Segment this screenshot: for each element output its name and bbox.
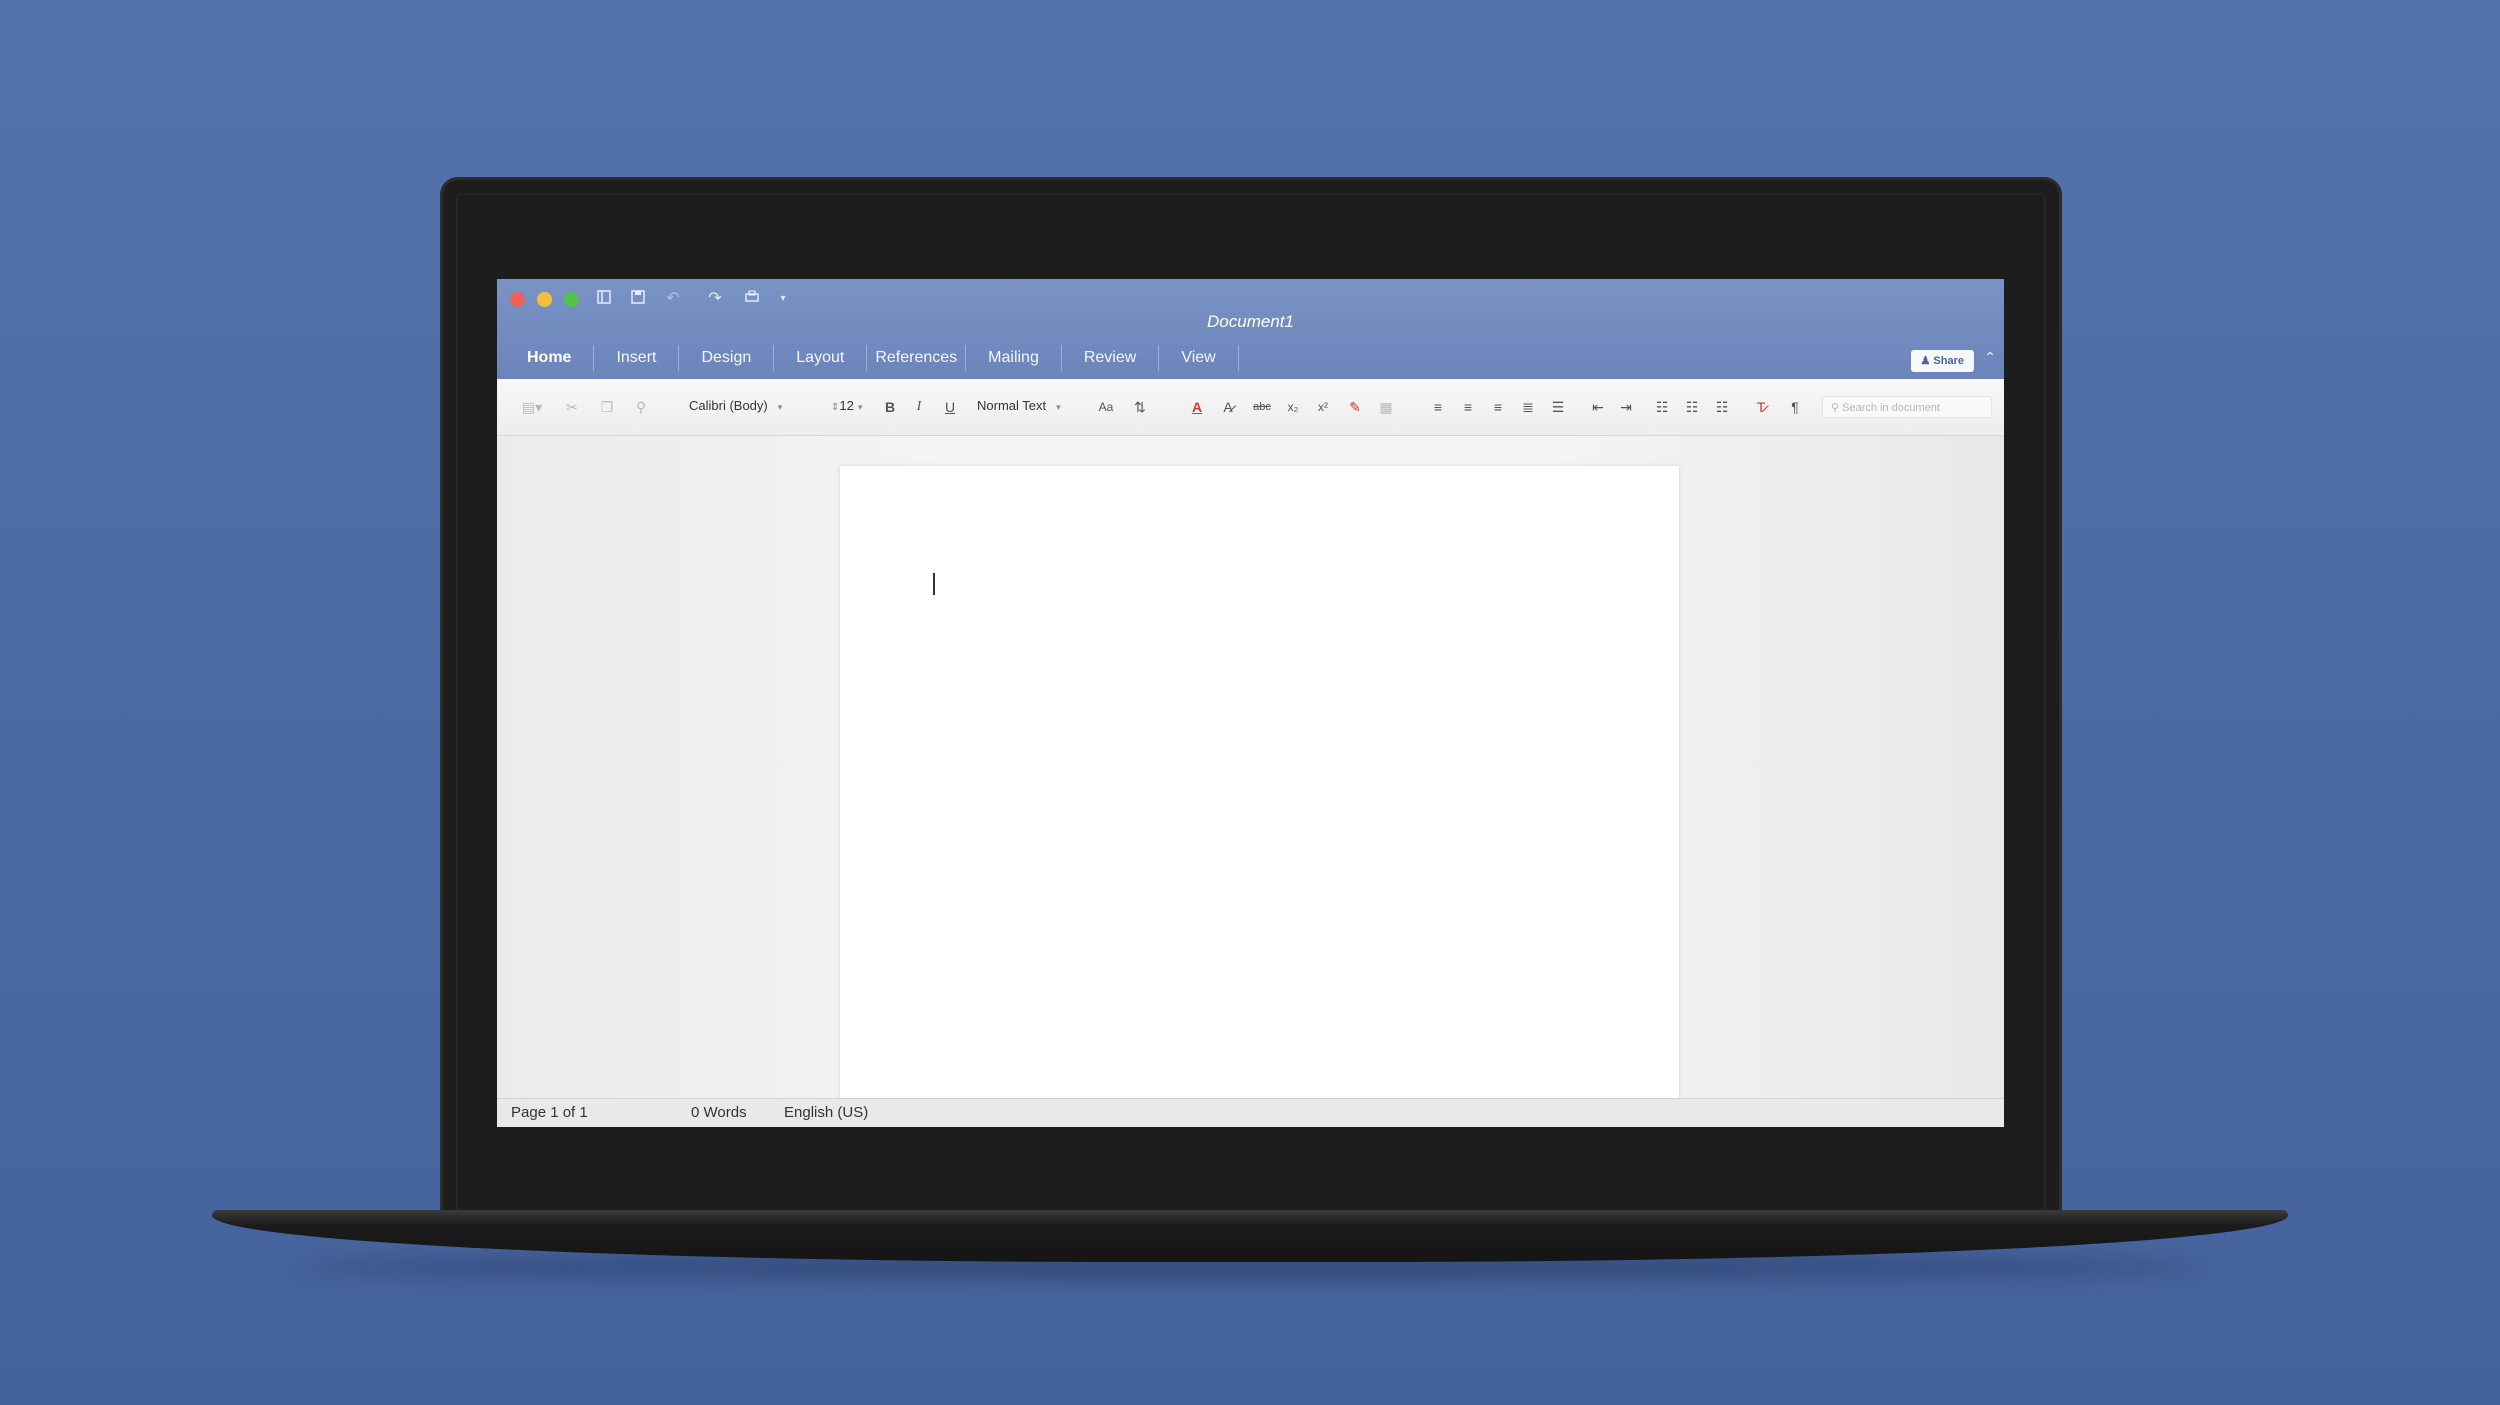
tab-insert[interactable]: Insert	[594, 345, 680, 371]
copy-icon[interactable]: ❐	[597, 396, 617, 418]
subscript-button[interactable]: x₂	[1283, 396, 1303, 418]
underline-button[interactable]: U	[938, 396, 962, 418]
status-bar: Page 1 of 1 0 Words English (US)	[497, 1098, 2004, 1127]
document-title: Document1	[1207, 312, 1294, 331]
search-input[interactable]: ⚲ Search in document	[1822, 396, 1992, 418]
style-value: Normal Text	[977, 398, 1047, 413]
language[interactable]: English (US)	[784, 1104, 868, 1121]
font-size-value: 12	[839, 398, 854, 413]
highlight-icon[interactable]: ✎	[1344, 396, 1366, 418]
font-size-dropdown[interactable]: ⇕12 ▾	[825, 395, 877, 417]
cut-icon[interactable]: ✂	[562, 396, 582, 418]
multilevel-list-icon[interactable]: ☷	[1711, 396, 1733, 418]
tab-mailing[interactable]: Mailing	[966, 345, 1062, 371]
word-window: ↶ ↷ ▾ Document1 Home Insert Design Layou…	[497, 279, 2004, 1127]
bold-button[interactable]: B	[880, 396, 900, 418]
chevron-down-icon: ▾	[777, 402, 783, 412]
superscript-button[interactable]: x²	[1313, 396, 1333, 418]
text-cursor	[933, 573, 935, 595]
minimize-window-button[interactable]	[537, 292, 552, 307]
clear-format-icon[interactable]: T̷	[1750, 396, 1772, 418]
chevron-down-icon: ▾	[1056, 402, 1061, 412]
search-icon: ⚲	[1831, 402, 1843, 414]
change-case-button[interactable]: Aa	[1093, 396, 1119, 418]
strikethrough-button[interactable]: abc	[1249, 396, 1275, 418]
italic-button[interactable]: I	[909, 396, 929, 418]
align-right-icon[interactable]: ≡	[1487, 396, 1509, 418]
maximize-window-button[interactable]	[564, 292, 579, 307]
increase-indent-icon[interactable]: ⇥	[1615, 396, 1637, 418]
line-spacing-icon[interactable]: ☰	[1547, 396, 1569, 418]
collapse-ribbon-icon[interactable]: ⌃	[1984, 349, 1996, 366]
sidebar-icon[interactable]	[594, 289, 614, 309]
justify-icon[interactable]: ≣	[1517, 396, 1539, 418]
share-button[interactable]: ♟ Share	[1910, 350, 1974, 372]
paste-icon[interactable]: ▤▾	[519, 396, 545, 418]
tab-home[interactable]: Home	[505, 345, 595, 371]
font-name-value: Calibri (Body)	[689, 398, 768, 413]
clear-formatting-icon[interactable]: A̷	[1217, 396, 1239, 418]
align-left-icon[interactable]: ≡	[1427, 396, 1449, 418]
share-label: Share	[1933, 355, 1964, 367]
chevron-down-icon: ▾	[857, 402, 863, 412]
font-color-icon[interactable]: A	[1186, 396, 1208, 418]
word-count[interactable]: 0 Words	[691, 1104, 747, 1121]
undo-icon[interactable]: ↶	[663, 289, 683, 309]
title-bar: ↶ ↷ ▾ Document1 Home Insert Design Layou…	[497, 279, 2004, 379]
ribbon-tabs: Home Insert Design Layout References Mai…	[505, 345, 1239, 373]
tab-review[interactable]: Review	[1062, 345, 1160, 371]
tab-view[interactable]: View	[1159, 345, 1239, 371]
person-icon: ♟	[1920, 355, 1934, 367]
ribbon-toolbar: ▤▾ ✂ ❐ ⚲ Calibri (Body) ▾ ⇕12 ▾ B I U Norm…	[497, 379, 2004, 436]
sort-icon[interactable]: ⇅	[1129, 396, 1151, 418]
customize-icon[interactable]: ▾	[773, 289, 793, 309]
tab-layout[interactable]: Layout	[774, 345, 868, 371]
tab-design[interactable]: Design	[679, 345, 775, 371]
close-window-button[interactable]	[510, 292, 525, 307]
redo-icon[interactable]: ↷	[705, 289, 725, 309]
decrease-indent-icon[interactable]: ⇤	[1587, 396, 1609, 418]
page-count[interactable]: Page 1 of 1	[511, 1104, 588, 1121]
search-placeholder: Search in document	[1842, 402, 1940, 414]
pilcrow-button[interactable]: ¶	[1784, 396, 1806, 418]
document-canvas	[497, 436, 2004, 1099]
save-icon[interactable]	[628, 289, 648, 309]
bullet-list-icon[interactable]: ☷	[1651, 396, 1673, 418]
print-icon[interactable]	[742, 289, 762, 309]
format-painter-icon[interactable]: ⚲	[631, 396, 651, 418]
laptop-base	[212, 1210, 2288, 1262]
align-center-icon[interactable]: ≡	[1457, 396, 1479, 418]
border-icon[interactable]: ▦	[1373, 396, 1399, 418]
tab-references[interactable]: References	[867, 345, 967, 371]
font-name-dropdown[interactable]: Calibri (Body) ▾	[683, 395, 813, 417]
style-dropdown[interactable]: Normal Text ▾	[971, 395, 1089, 417]
numbered-list-icon[interactable]: ☷	[1681, 396, 1703, 418]
document-page[interactable]	[840, 466, 1679, 1099]
